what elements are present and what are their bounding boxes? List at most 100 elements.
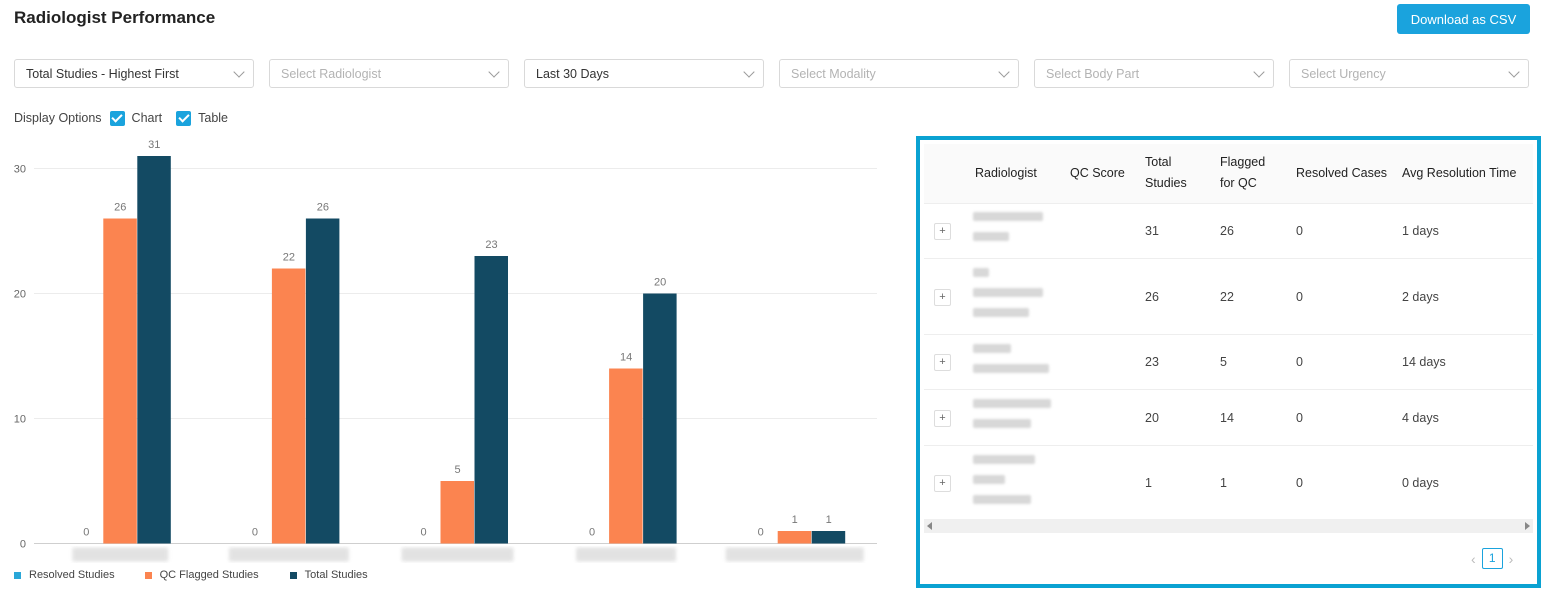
data-label: 26 xyxy=(317,202,329,214)
page-1-button[interactable]: 1 xyxy=(1481,548,1503,569)
bar-qc-flagged-studies xyxy=(440,481,474,544)
table-checkbox[interactable] xyxy=(176,110,192,126)
legend-item-total[interactable]: Total Studies xyxy=(289,569,368,581)
bar-qc-flagged-studies xyxy=(777,531,812,544)
table-header: Radiologist QC Score Total Studies Flagg… xyxy=(924,144,1533,204)
table-row: + 23 5 0 14 days xyxy=(924,335,1533,390)
cell-avg-time: 4 days xyxy=(1402,411,1439,425)
expand-row-button[interactable]: + xyxy=(934,354,951,371)
data-label: 14 xyxy=(620,352,632,364)
modality-select-placeholder: Select Modality xyxy=(791,66,876,81)
chart-toggle-label: Chart xyxy=(131,111,163,125)
bar-total-studies xyxy=(474,256,508,544)
chevron-down-icon xyxy=(1253,66,1265,78)
data-label: 31 xyxy=(148,139,160,151)
chevron-down-icon xyxy=(743,66,755,78)
prev-page-icon[interactable]: ‹ xyxy=(1465,551,1482,567)
filter-bar: Total Studies - Highest First Select Rad… xyxy=(14,59,1530,88)
table-row: + 20 14 0 4 days xyxy=(924,390,1533,446)
col-header-resolved[interactable]: Resolved Cases xyxy=(1296,163,1387,184)
cell-avg-time: 2 days xyxy=(1402,290,1439,304)
next-page-icon[interactable]: › xyxy=(1503,551,1520,567)
bar-qc-flagged-studies xyxy=(271,268,306,544)
expand-row-button[interactable]: + xyxy=(934,223,951,240)
body-part-select[interactable]: Select Body Part xyxy=(1034,59,1274,88)
sort-select-value: Total Studies - Highest First xyxy=(26,66,179,81)
radiologist-name-redacted xyxy=(973,268,1045,317)
cell-resolved: 0 xyxy=(1296,355,1303,369)
display-options-label: Display Options xyxy=(14,111,102,125)
radiologist-name-redacted xyxy=(973,344,1053,373)
chevron-down-icon xyxy=(488,66,500,78)
x-tick-label-redacted xyxy=(72,547,169,562)
bar-total-studies xyxy=(137,156,171,544)
legend-label: Resolved Studies xyxy=(29,569,115,581)
cell-total: 26 xyxy=(1145,290,1159,304)
expand-row-button[interactable]: + xyxy=(934,475,951,492)
table-row: + 1 1 0 0 days xyxy=(924,446,1533,519)
cell-flagged: 1 xyxy=(1220,476,1227,490)
col-header-flagged[interactable]: Flagged for QC xyxy=(1220,152,1270,194)
radiologist-table-panel: Radiologist QC Score Total Studies Flagg… xyxy=(916,136,1541,588)
data-label: 5 xyxy=(454,464,460,476)
data-label: 26 xyxy=(114,202,126,214)
chart-toggle[interactable]: Chart xyxy=(109,110,163,126)
legend-label: Total Studies xyxy=(304,569,368,581)
scroll-left-icon[interactable] xyxy=(927,522,932,530)
scroll-right-icon[interactable] xyxy=(1525,522,1530,530)
radiologist-name-redacted xyxy=(973,399,1053,428)
chevron-down-icon xyxy=(998,66,1010,78)
chevron-down-icon xyxy=(233,66,245,78)
data-label: 0 xyxy=(758,527,764,539)
radiologist-select[interactable]: Select Radiologist xyxy=(269,59,509,88)
page-title: Radiologist Performance xyxy=(14,8,216,27)
radiologist-select-placeholder: Select Radiologist xyxy=(281,66,382,81)
cell-avg-time: 14 days xyxy=(1402,355,1446,369)
col-header-avg-time[interactable]: Avg Resolution Time xyxy=(1402,163,1516,184)
table-row: + 26 22 0 2 days xyxy=(924,259,1533,335)
data-label: 0 xyxy=(589,527,595,539)
x-tick-label-redacted xyxy=(228,547,349,562)
horizontal-scrollbar[interactable] xyxy=(924,519,1533,533)
col-header-total-studies[interactable]: Total Studies xyxy=(1145,152,1200,194)
y-tick-label: 10 xyxy=(14,414,26,426)
radiologist-name-redacted xyxy=(973,212,1045,241)
urgency-select[interactable]: Select Urgency xyxy=(1289,59,1529,88)
data-label: 0 xyxy=(252,527,258,539)
col-header-qc-score[interactable]: QC Score xyxy=(1070,163,1125,184)
performance-bar-chart: 0 10 20 30 0 26 31 0 22 26 0 5 23 0 14 20 0 1 1 xyxy=(14,139,877,562)
sort-select[interactable]: Total Studies - Highest First xyxy=(14,59,254,88)
expand-row-button[interactable]: + xyxy=(934,410,951,427)
data-label: 1 xyxy=(792,514,798,526)
y-tick-label: 0 xyxy=(20,539,26,551)
x-tick-label-redacted xyxy=(576,547,677,562)
cell-avg-time: 0 days xyxy=(1402,476,1439,490)
data-label: 0 xyxy=(420,527,426,539)
bar-qc-flagged-studies xyxy=(103,218,137,544)
cell-avg-time: 1 days xyxy=(1402,224,1439,238)
table-row: + 31 26 0 1 days xyxy=(924,204,1533,259)
legend-item-qc-flagged[interactable]: QC Flagged Studies xyxy=(144,569,259,581)
data-label: 20 xyxy=(654,277,666,289)
expand-row-button[interactable]: + xyxy=(934,289,951,306)
cell-total: 23 xyxy=(1145,355,1159,369)
y-tick-label: 20 xyxy=(14,289,26,301)
col-header-radiologist[interactable]: Radiologist xyxy=(975,163,1037,184)
chart-checkbox[interactable] xyxy=(109,110,125,126)
cell-total: 1 xyxy=(1145,476,1152,490)
body-part-select-placeholder: Select Body Part xyxy=(1046,66,1140,81)
legend-item-resolved[interactable]: Resolved Studies xyxy=(14,569,115,581)
cell-resolved: 0 xyxy=(1296,411,1303,425)
data-label: 22 xyxy=(283,252,295,264)
radiologist-name-redacted xyxy=(973,455,1045,504)
x-tick-label-redacted xyxy=(401,547,514,562)
date-range-select-value: Last 30 Days xyxy=(536,66,609,81)
y-tick-label: 30 xyxy=(14,164,26,176)
date-range-select[interactable]: Last 30 Days xyxy=(524,59,764,88)
modality-select[interactable]: Select Modality xyxy=(779,59,1019,88)
bar-total-studies xyxy=(305,218,340,544)
table-toggle[interactable]: Table xyxy=(176,110,228,126)
legend-swatch xyxy=(144,571,152,579)
chart-legend: Resolved Studies QC Flagged Studies Tota… xyxy=(14,569,368,581)
download-csv-button[interactable]: Download as CSV xyxy=(1397,4,1530,34)
